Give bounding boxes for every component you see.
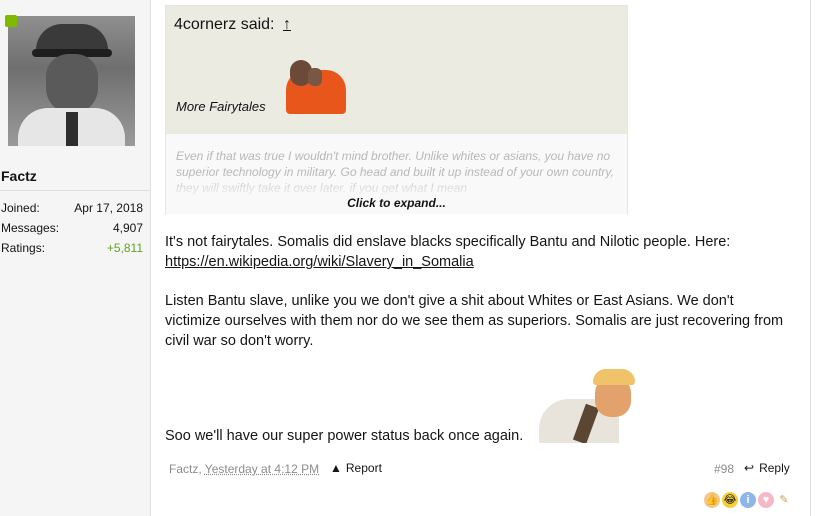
stat-ratings: Ratings: +5,811 [1, 241, 143, 255]
quote-header: 4cornerz said: ↑ More Fairytales [166, 6, 627, 134]
post-time[interactable]: Yesterday at 4:12 PM [205, 462, 319, 476]
avatar[interactable] [8, 16, 135, 146]
wikipedia-link[interactable]: https://en.wikipedia.org/wiki/Slavery_in… [165, 254, 474, 270]
click-to-expand-link[interactable]: Click to expand... [166, 196, 627, 210]
quote-block: 4cornerz said: ↑ More Fairytales Even if… [165, 5, 628, 214]
info-reaction-icon[interactable]: i [740, 492, 756, 508]
online-indicator-icon [5, 15, 17, 27]
heart-reaction-icon[interactable]: ♥ [758, 492, 774, 508]
divider [0, 190, 150, 191]
warning-icon: ▲ [330, 461, 342, 475]
stat-messages: Messages: 4,907 [1, 221, 143, 235]
jump-to-quote-icon[interactable]: ↑ [283, 16, 291, 33]
laugh-reaction-icon[interactable]: 😂 [722, 492, 738, 508]
quote-attribution: 4cornerz said: ↑ [174, 16, 291, 34]
avatar-face [46, 54, 98, 114]
avatar-tie [66, 112, 78, 146]
reply-label: Reply [759, 461, 790, 475]
report-label: Report [345, 461, 382, 475]
username[interactable]: Factz [1, 168, 37, 184]
post-number[interactable]: #98 [714, 462, 734, 476]
message-paragraph-2: Listen Bantu slave, unlike you we don't … [165, 293, 784, 349]
message-text: It's not fairytales. Somalis did enslave… [165, 234, 731, 250]
meme-hair [593, 369, 635, 385]
message-paragraph-3: Soo we'll have our super power status ba… [165, 428, 524, 444]
quote-author[interactable]: 4cornerz said: [174, 16, 275, 33]
drake-hand [308, 68, 322, 86]
drake-meme-image [274, 56, 351, 114]
post-author[interactable]: Factz, [169, 462, 202, 476]
user-column: Factz Joined: Apr 17, 2018 Messages: 4,9… [0, 0, 151, 516]
stat-value: 4,907 [112, 221, 143, 235]
like-reaction-icon[interactable]: 👍 [704, 492, 720, 508]
post-meta: Factz, Yesterday at 4:12 PM [169, 462, 319, 476]
stat-label: Joined: [1, 201, 40, 215]
brush-reaction-icon[interactable]: ✎ [776, 492, 792, 508]
stat-value: +5,811 [106, 241, 143, 255]
stat-joined: Joined: Apr 17, 2018 [1, 201, 143, 215]
stat-value: Apr 17, 2018 [74, 201, 143, 215]
stat-label: Ratings: [1, 241, 46, 255]
reaction-bar: 👍 😂 i ♥ ✎ [704, 492, 792, 508]
quote-image-caption: More Fairytales [176, 99, 266, 114]
message-paragraph-1: It's not fairytales. Somalis did enslave… [165, 232, 785, 272]
report-button[interactable]: ▲ Report [330, 461, 382, 475]
reply-button[interactable]: ↩ Reply [744, 461, 790, 475]
stat-label: Messages: [1, 221, 60, 235]
reply-arrow-icon: ↩ [744, 461, 755, 475]
content-right-border [810, 0, 811, 516]
